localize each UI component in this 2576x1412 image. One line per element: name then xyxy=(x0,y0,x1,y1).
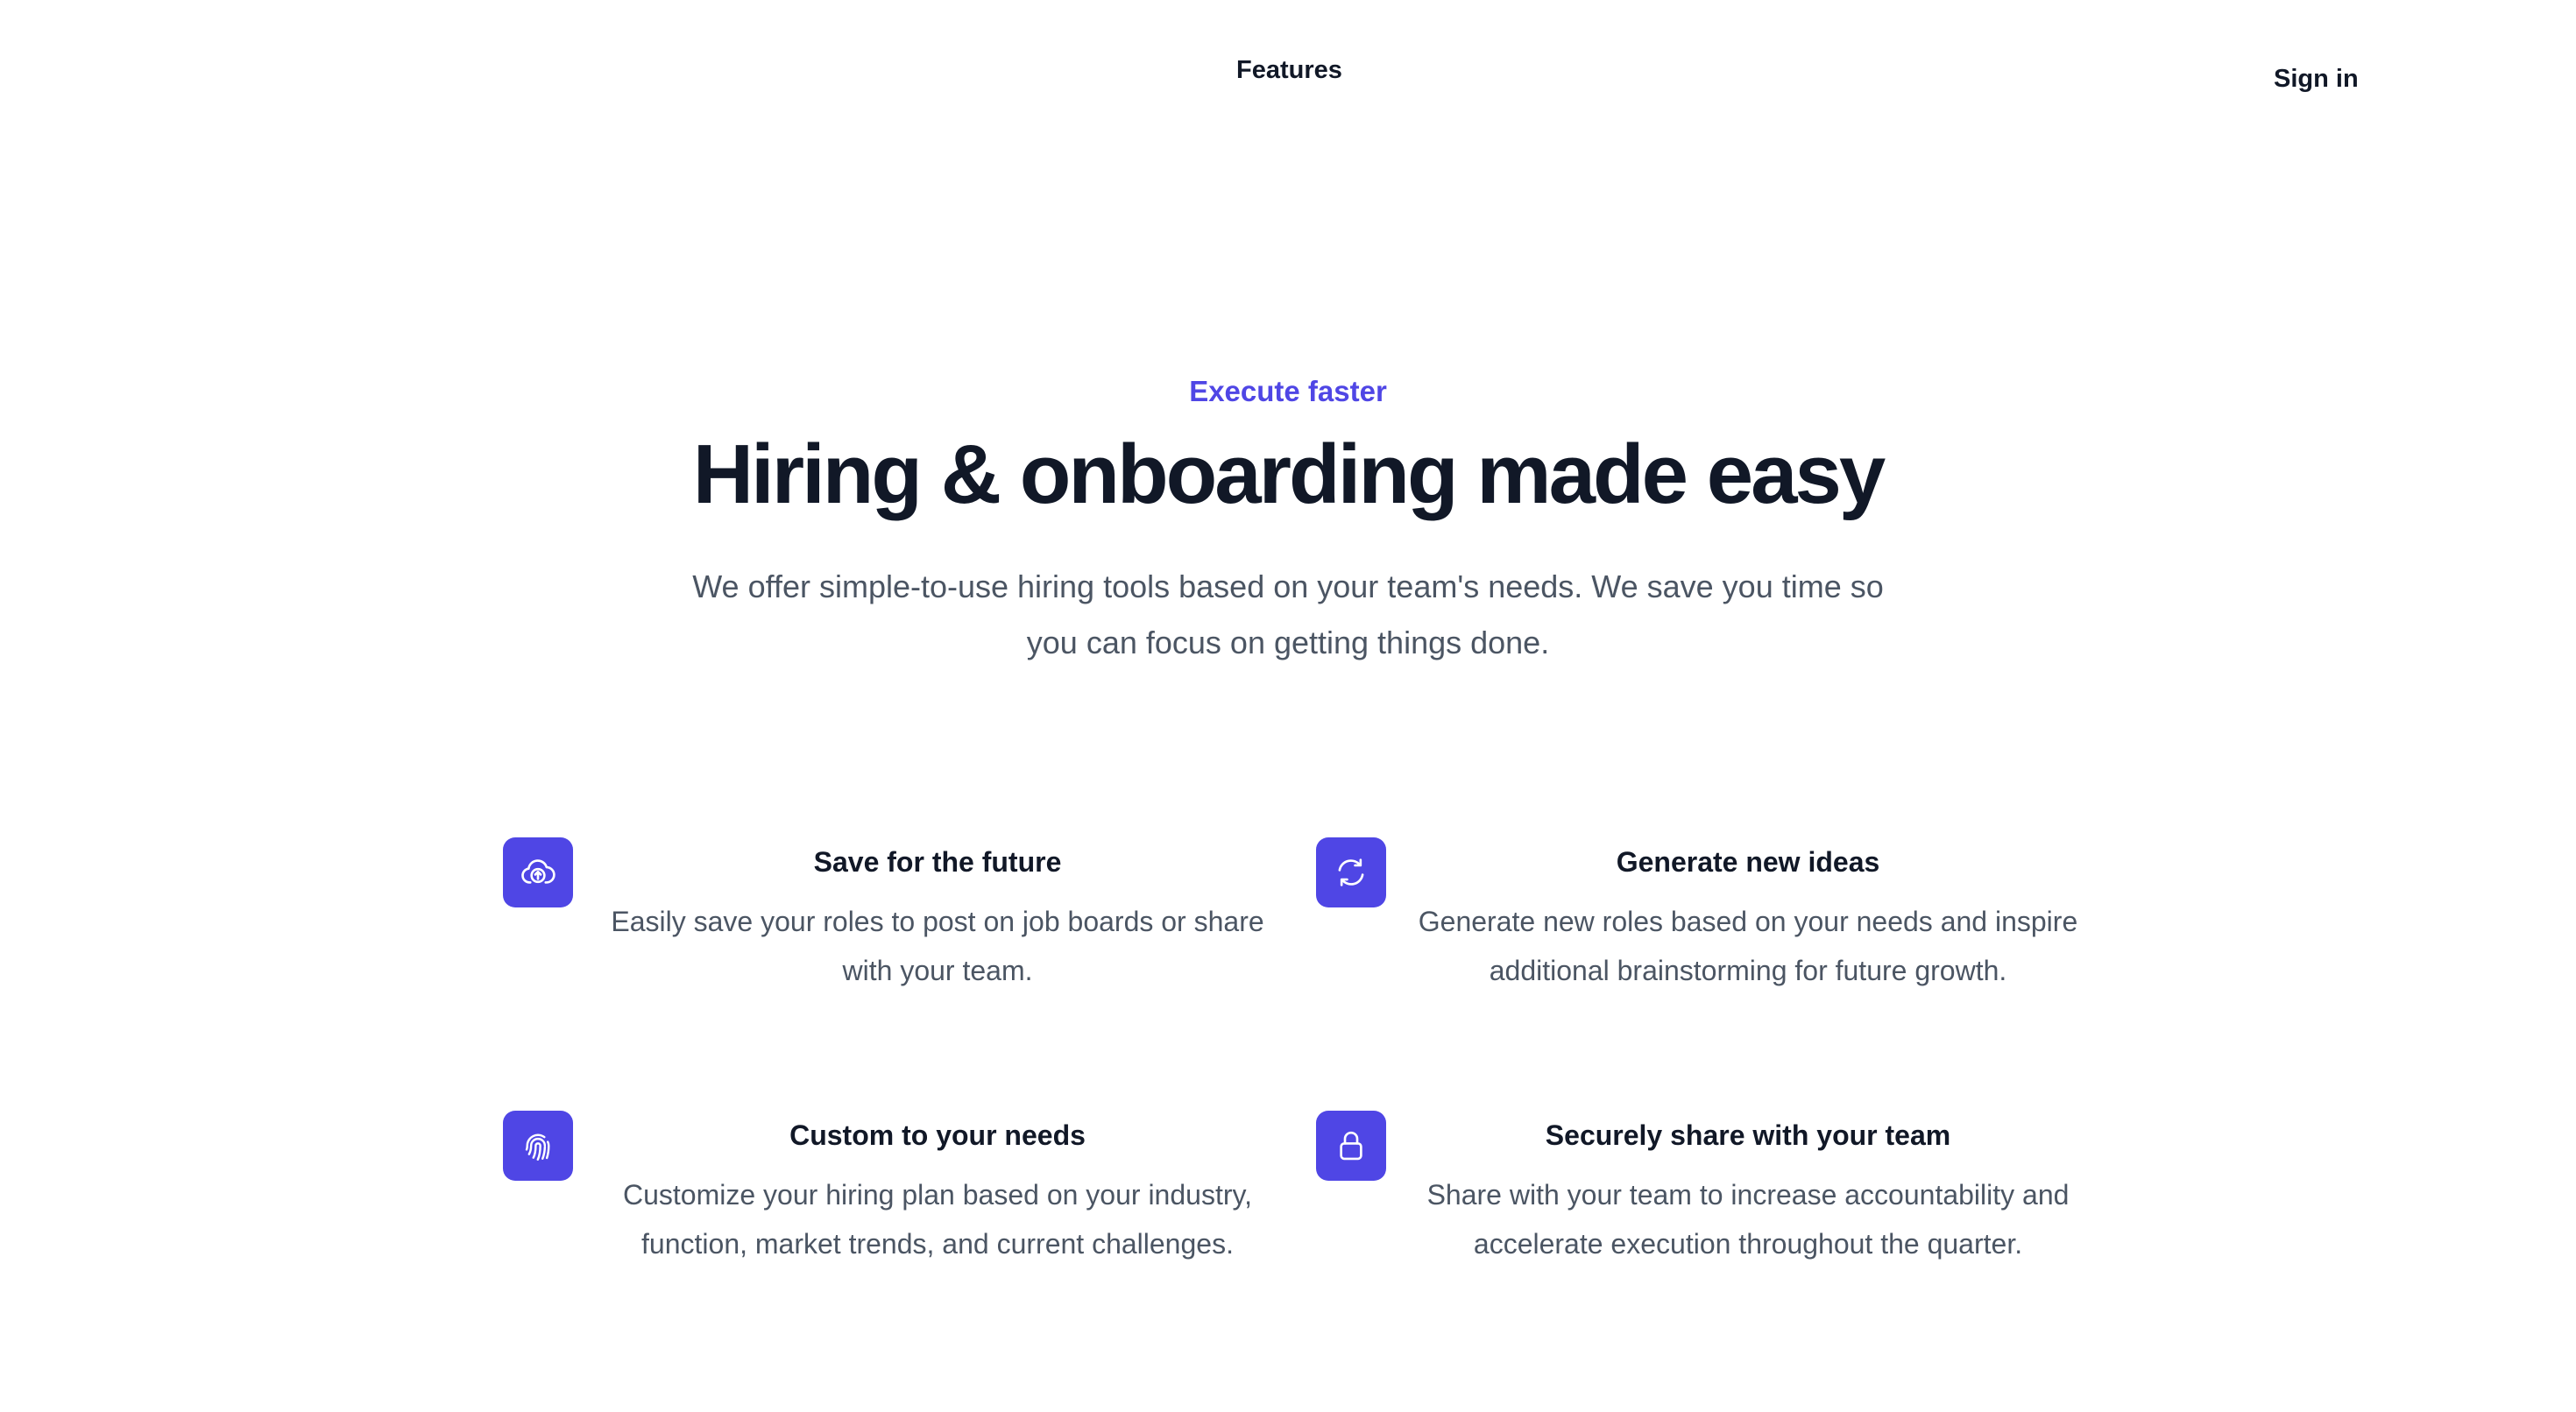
hero-title: Hiring & onboarding made easy xyxy=(692,427,1886,521)
sign-in-link[interactable]: Sign in xyxy=(2274,65,2359,94)
feature-description: Generate new roles based on your needs a… xyxy=(1418,906,2078,986)
feature-title: Securely share with your team xyxy=(1545,1119,1951,1151)
hero-lead: We offer simple-to-use hiring tools base… xyxy=(692,568,1884,660)
feature-save-for-future: Save for the future Easily save your rol… xyxy=(605,841,1270,995)
hero-eyebrow: Execute faster xyxy=(1189,375,1387,407)
cloud-upload-icon xyxy=(503,837,573,907)
refresh-icon xyxy=(1316,837,1386,907)
feature-description: Easily save your roles to post on job bo… xyxy=(611,906,1264,986)
feature-description: Share with your team to increase account… xyxy=(1426,1179,2070,1260)
feature-description: Customize your hiring plan based on your… xyxy=(623,1179,1252,1260)
feature-title: Save for the future xyxy=(813,846,1062,878)
feature-custom-to-needs: Custom to your needs Customize your hiri… xyxy=(605,1114,1270,1268)
feature-title: Custom to your needs xyxy=(789,1119,1086,1151)
feature-generate-new-ideas: Generate new ideas Generate new roles ba… xyxy=(1415,841,2081,995)
lock-icon xyxy=(1316,1111,1386,1181)
nav-features-link[interactable]: Features xyxy=(1236,56,1342,85)
fingerprint-icon xyxy=(503,1111,573,1181)
feature-securely-share: Securely share with your team Share with… xyxy=(1415,1114,2081,1268)
feature-title: Generate new ideas xyxy=(1616,846,1880,878)
